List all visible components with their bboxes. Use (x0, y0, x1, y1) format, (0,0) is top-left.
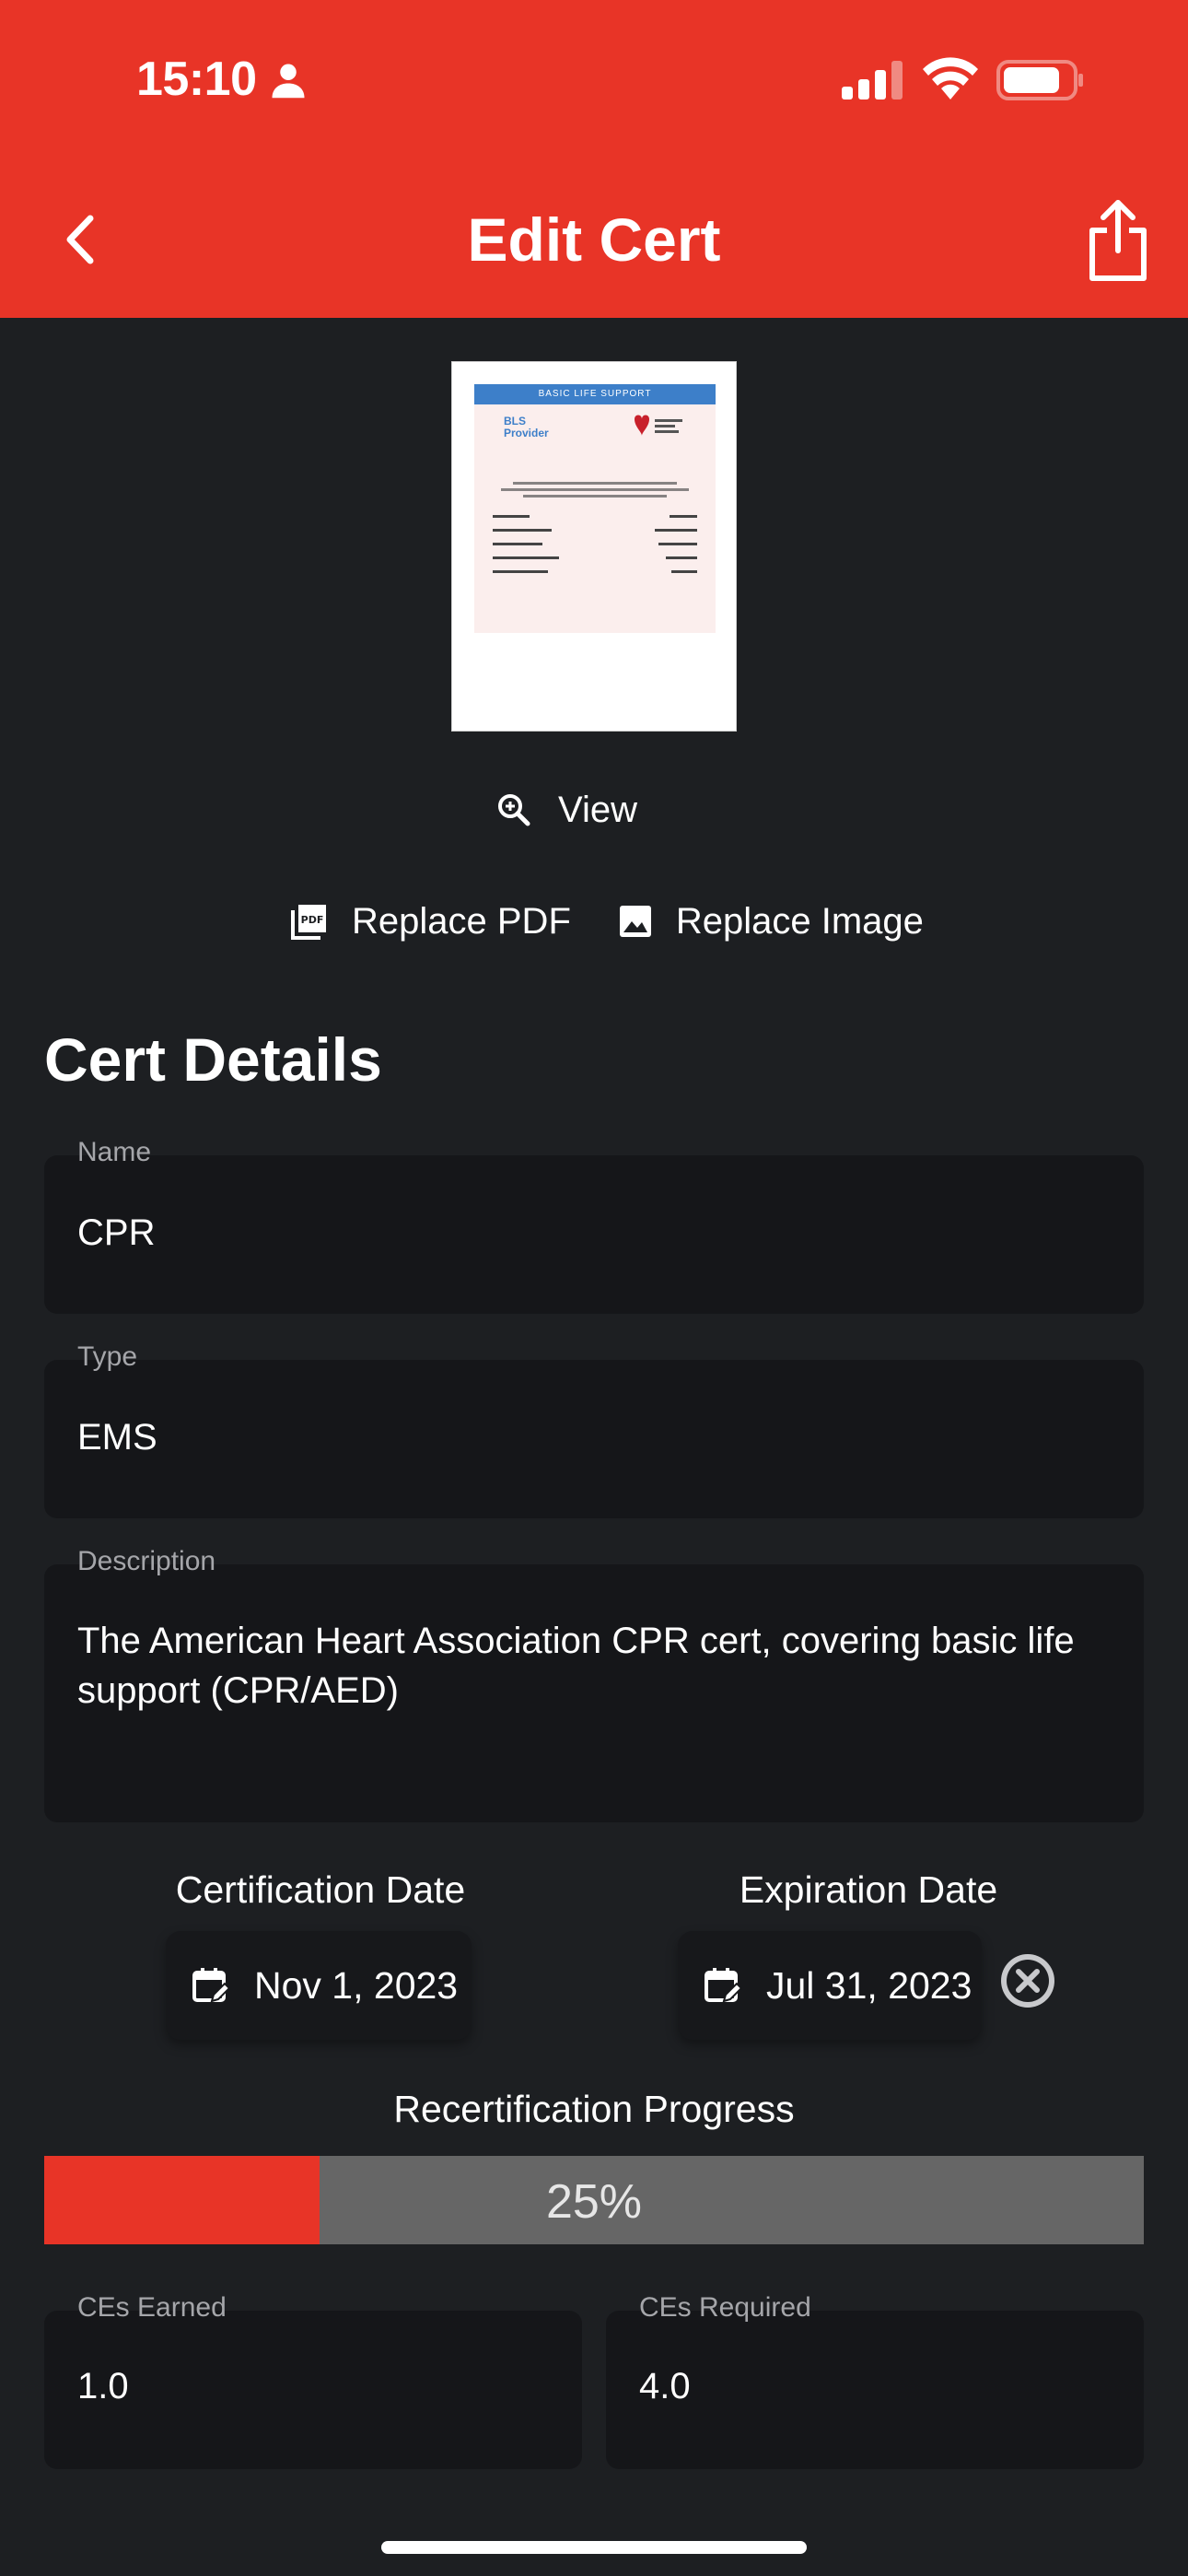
edit-cert-screen: 15:10 Edit Cert BASIC LIFE SUPPORT BLS P… (0, 0, 1188, 2576)
replace-pdf-label: Replace PDF (352, 900, 571, 942)
name-field-value[interactable]: CPR (77, 1212, 155, 1254)
ces-required-label: CEs Required (639, 2292, 811, 2323)
description-field-value[interactable]: The American Heart Association CPR cert,… (77, 1616, 1109, 1715)
type-field-label: Type (77, 1341, 138, 1372)
replace-pdf-button[interactable]: PDF Replace PDF (291, 901, 571, 943)
home-indicator (381, 2541, 807, 2554)
cert-thumbnail[interactable]: BASIC LIFE SUPPORT BLS Provider (451, 361, 737, 732)
app-header: 15:10 Edit Cert (0, 0, 1188, 318)
recertification-progress-label: Recertification Progress (393, 2088, 795, 2130)
calendar-edit-icon (192, 1968, 230, 2003)
zoom-in-icon (498, 794, 530, 826)
replace-image-label: Replace Image (675, 900, 924, 942)
certification-date-picker[interactable]: Nov 1, 2023 (166, 1931, 472, 2040)
expiration-date-picker[interactable]: Jul 31, 2023 (678, 1931, 982, 2040)
name-field-label: Name (77, 1137, 152, 1167)
description-field-label: Description (77, 1546, 216, 1576)
ces-required-field[interactable]: CEs Required 4.0 (606, 2292, 1144, 2469)
progress-percent: 25% (545, 2175, 643, 2229)
page-title: Edit Cert (467, 205, 721, 274)
expiration-date-value: Jul 31, 2023 (766, 1963, 973, 2007)
ces-earned-field[interactable]: CEs Earned 1.0 (44, 2292, 582, 2469)
battery-icon (996, 60, 1083, 100)
pdf-icon: PDF (291, 905, 326, 940)
section-title: Cert Details (44, 1025, 382, 1094)
image-icon (619, 906, 651, 937)
view-label: View (558, 789, 637, 830)
ces-earned-value[interactable]: 1.0 (77, 2366, 129, 2407)
heart-logo-icon (635, 415, 682, 436)
thumbnail-body: BLS Provider (474, 404, 716, 633)
expiration-date-label: Expiration Date (739, 1868, 998, 1911)
thumbnail-title: BLS Provider (504, 415, 549, 439)
svg-text:PDF: PDF (301, 914, 324, 926)
share-button[interactable] (1085, 197, 1151, 284)
thumbnail-text-lines (493, 478, 697, 501)
certification-date-value: Nov 1, 2023 (254, 1963, 459, 2007)
replace-actions: PDF Replace PDF Replace Image (291, 894, 954, 949)
description-field[interactable]: Description The American Heart Associati… (44, 1546, 1144, 1822)
thumbnail-band: BASIC LIFE SUPPORT (474, 384, 716, 404)
view-button[interactable]: View (497, 785, 700, 835)
recertification-progress-bar: 25% (44, 2156, 1144, 2244)
wifi-icon (923, 57, 978, 100)
status-time: 15:10 (136, 53, 257, 106)
replace-image-button[interactable]: Replace Image (619, 901, 924, 943)
person-icon (272, 64, 305, 99)
type-field[interactable]: Type EMS (44, 1341, 1144, 1518)
cellular-signal-icon (842, 61, 903, 100)
thumbnail-fields (493, 515, 697, 584)
type-field-value[interactable]: EMS (77, 1417, 157, 1458)
calendar-edit-icon (705, 1968, 742, 2003)
certification-date-label: Certification Date (175, 1868, 466, 1911)
name-field[interactable]: Name CPR (44, 1137, 1144, 1314)
ces-required-value[interactable]: 4.0 (639, 2366, 691, 2407)
ces-earned-label: CEs Earned (77, 2292, 227, 2323)
clear-expiration-date-button[interactable] (1000, 1953, 1055, 2008)
